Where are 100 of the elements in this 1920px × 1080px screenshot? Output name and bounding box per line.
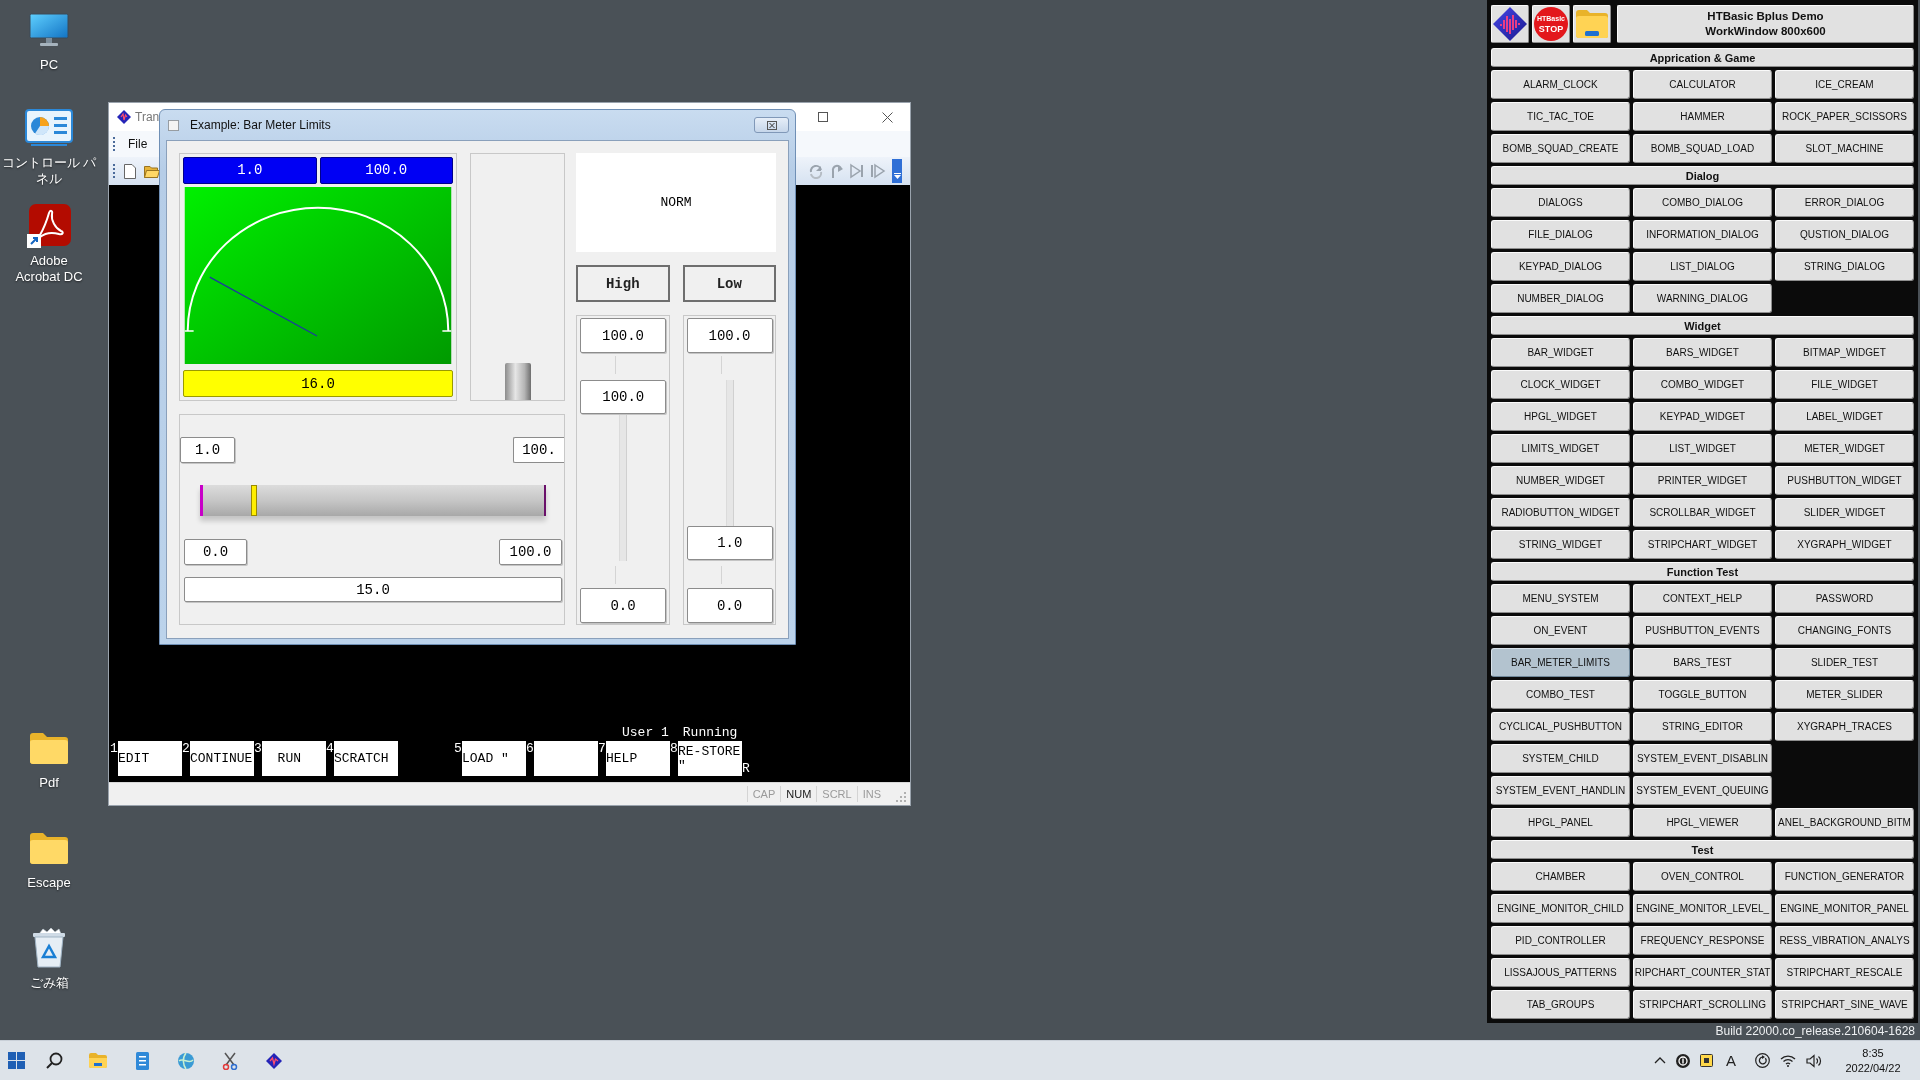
launcher-button[interactable]: WARNING_DIALOG <box>1633 284 1772 313</box>
start-icon[interactable] <box>7 1052 25 1069</box>
launcher-button[interactable]: LIST_WIDGET <box>1633 434 1772 463</box>
launcher-button[interactable]: LIST_DIALOG <box>1633 252 1772 281</box>
launcher-button[interactable]: SLIDER_WIDGET <box>1775 498 1914 527</box>
launcher-button[interactable]: CONTEXT_HELP <box>1633 584 1772 613</box>
chevron-up-icon[interactable] <box>1654 1057 1666 1064</box>
slider-thumb[interactable] <box>251 485 258 516</box>
launcher-button[interactable]: STRING_DIALOG <box>1775 252 1914 281</box>
launcher-button[interactable]: CLOCK_WIDGET <box>1491 370 1630 399</box>
folder-button[interactable] <box>1573 5 1611 43</box>
folder-icon[interactable] <box>29 831 69 865</box>
control-panel-icon[interactable] <box>25 109 73 147</box>
launcher-button[interactable]: ROCK_PAPER_SCISSORS <box>1775 102 1914 131</box>
launcher-button[interactable]: SLOT_MACHINE <box>1775 134 1914 163</box>
launcher-button[interactable]: RESS_VIBRATION_ANALYS <box>1775 926 1914 955</box>
search-icon[interactable] <box>45 1052 63 1069</box>
launcher-button[interactable]: FUNCTION_GENERATOR <box>1775 862 1914 891</box>
launcher-button[interactable]: SYSTEM_EVENT_QUEUING <box>1633 776 1772 805</box>
slider-thumb[interactable]: 1.0 <box>686 525 773 560</box>
scissors-icon[interactable] <box>222 1051 238 1070</box>
launcher-button[interactable]: LISSAJOUS_PATTERNS <box>1491 958 1630 987</box>
launcher-button[interactable]: ON_EVENT <box>1491 616 1630 645</box>
app-shortcut-icon[interactable] <box>27 204 71 248</box>
launcher-button[interactable]: STRING_WIDGET <box>1491 530 1630 559</box>
launcher-button[interactable]: DIALOGS <box>1491 188 1630 217</box>
limit-button[interactable]: Low <box>682 265 776 302</box>
clock-time[interactable]: 8:35 <box>1862 1045 1884 1061</box>
launcher-button[interactable]: HPGL_VIEWER <box>1633 808 1772 837</box>
launcher-button[interactable]: BOMB_SQUAD_LOAD <box>1633 134 1772 163</box>
launcher-button[interactable]: RADIOBUTTON_WIDGET <box>1491 498 1630 527</box>
launcher-button[interactable]: FREQUENCY_RESPONSE <box>1633 926 1772 955</box>
launcher-button[interactable]: CALCULATOR <box>1633 70 1772 99</box>
launcher-button[interactable]: INFORMATION_DIALOG <box>1633 220 1772 249</box>
maximize-icon[interactable] <box>818 112 828 122</box>
softkey[interactable]: LOAD " <box>462 741 526 776</box>
clock-date[interactable]: 2022/04/22 <box>1845 1060 1901 1076</box>
launcher-button[interactable]: ICE_CREAM <box>1775 70 1914 99</box>
launcher-button[interactable]: HPGL_PANEL <box>1491 808 1630 837</box>
launcher-button[interactable]: COMBO_DIALOG <box>1633 188 1772 217</box>
slider-track[interactable]: 100.0 <box>580 380 667 561</box>
slider-thumb[interactable]: 100.0 <box>580 380 667 414</box>
launcher-button[interactable]: TOGGLE_BUTTON <box>1633 680 1772 709</box>
launcher-button[interactable]: BAR_METER_LIMITS <box>1491 648 1630 677</box>
close-icon[interactable] <box>882 111 893 123</box>
launcher-button[interactable]: ANEL_BACKGROUND_BITM <box>1775 808 1914 837</box>
launcher-button[interactable]: ENGINE_MONITOR_PANEL <box>1775 894 1914 923</box>
softkey[interactable]: RUN <box>262 741 326 776</box>
launcher-button[interactable]: BOMB_SQUAD_CREATE <box>1491 134 1630 163</box>
launcher-button[interactable]: BARS_WIDGET <box>1633 338 1772 367</box>
speaker-icon[interactable] <box>1806 1053 1822 1068</box>
launcher-button[interactable]: STRIPCHART_WIDGET <box>1633 530 1772 559</box>
launcher-button[interactable]: COMBO_WIDGET <box>1633 370 1772 399</box>
launcher-button[interactable]: STRIPCHART_RESCALE <box>1775 958 1914 987</box>
value-field[interactable]: 15.0 <box>184 577 562 602</box>
launcher-button[interactable]: XYGRAPH_WIDGET <box>1775 530 1914 559</box>
launcher-button[interactable]: SYSTEM_EVENT_DISABLIN <box>1633 744 1772 773</box>
computer-icon[interactable] <box>29 13 69 47</box>
launcher-button[interactable]: SCROLLBAR_WIDGET <box>1633 498 1772 527</box>
slider-track[interactable] <box>200 485 546 516</box>
launcher-button[interactable]: NUMBER_DIALOG <box>1491 284 1630 313</box>
launcher-button[interactable]: PUSHBUTTON_EVENTS <box>1633 616 1772 645</box>
softkey[interactable]: RE-STORE " <box>678 741 742 776</box>
launcher-button[interactable]: SLIDER_TEST <box>1775 648 1914 677</box>
launcher-button[interactable]: XYGRAPH_TRACES <box>1775 712 1914 741</box>
launcher-button[interactable]: CHAMBER <box>1491 862 1630 891</box>
logo-button[interactable] <box>1491 5 1529 43</box>
launcher-button[interactable]: PUSHBUTTON_WIDGET <box>1775 466 1914 495</box>
toolbar-overflow-button[interactable] <box>892 159 902 183</box>
launcher-button[interactable]: STRIPCHART_SINE_WAVE <box>1775 990 1914 1019</box>
launcher-button[interactable]: ERROR_DIALOG <box>1775 188 1914 217</box>
wifi-icon[interactable] <box>1780 1054 1796 1067</box>
launcher-button[interactable]: QUSTION_DIALOG <box>1775 220 1914 249</box>
launcher-button[interactable]: METER_WIDGET <box>1775 434 1914 463</box>
folder-icon[interactable] <box>29 731 69 765</box>
launcher-button[interactable]: FILE_DIALOG <box>1491 220 1630 249</box>
launcher-button[interactable]: ALARM_CLOCK <box>1491 70 1630 99</box>
launcher-button[interactable]: HPGL_WIDGET <box>1491 402 1630 431</box>
diamond-icon[interactable] <box>266 1052 282 1069</box>
launcher-button[interactable]: ENGINE_MONITOR_CHILD <box>1491 894 1630 923</box>
slider-track[interactable]: 1.0 <box>686 380 773 561</box>
launcher-button[interactable]: CHANGING_FONTS <box>1775 616 1914 645</box>
launcher-button[interactable]: PRINTER_WIDGET <box>1633 466 1772 495</box>
launcher-button[interactable]: PID_CONTROLLER <box>1491 926 1630 955</box>
menu-item[interactable]: File <box>124 137 152 151</box>
launcher-button[interactable]: TAB_GROUPS <box>1491 990 1630 1019</box>
limit-button[interactable]: High <box>576 265 670 302</box>
icon-label[interactable]: Pdf <box>39 775 59 791</box>
launcher-button[interactable]: OVEN_CONTROL <box>1633 862 1772 891</box>
launcher-button[interactable]: SYSTEM_EVENT_HANDLIN <box>1491 776 1630 805</box>
new-page-icon[interactable] <box>124 163 136 179</box>
launcher-button[interactable]: STRING_EDITOR <box>1633 712 1772 741</box>
softkey[interactable]: HELP <box>606 741 670 776</box>
softkey[interactable]: EDIT <box>118 741 182 776</box>
launcher-button[interactable]: KEYPAD_DIALOG <box>1491 252 1630 281</box>
softkey[interactable]: SCRATCH <box>334 741 398 776</box>
ime-indicator[interactable]: A <box>1726 1052 1736 1069</box>
launcher-button[interactable]: COMBO_TEST <box>1491 680 1630 709</box>
folder-icon[interactable] <box>89 1053 107 1068</box>
launcher-button[interactable]: PASSWORD <box>1775 584 1914 613</box>
